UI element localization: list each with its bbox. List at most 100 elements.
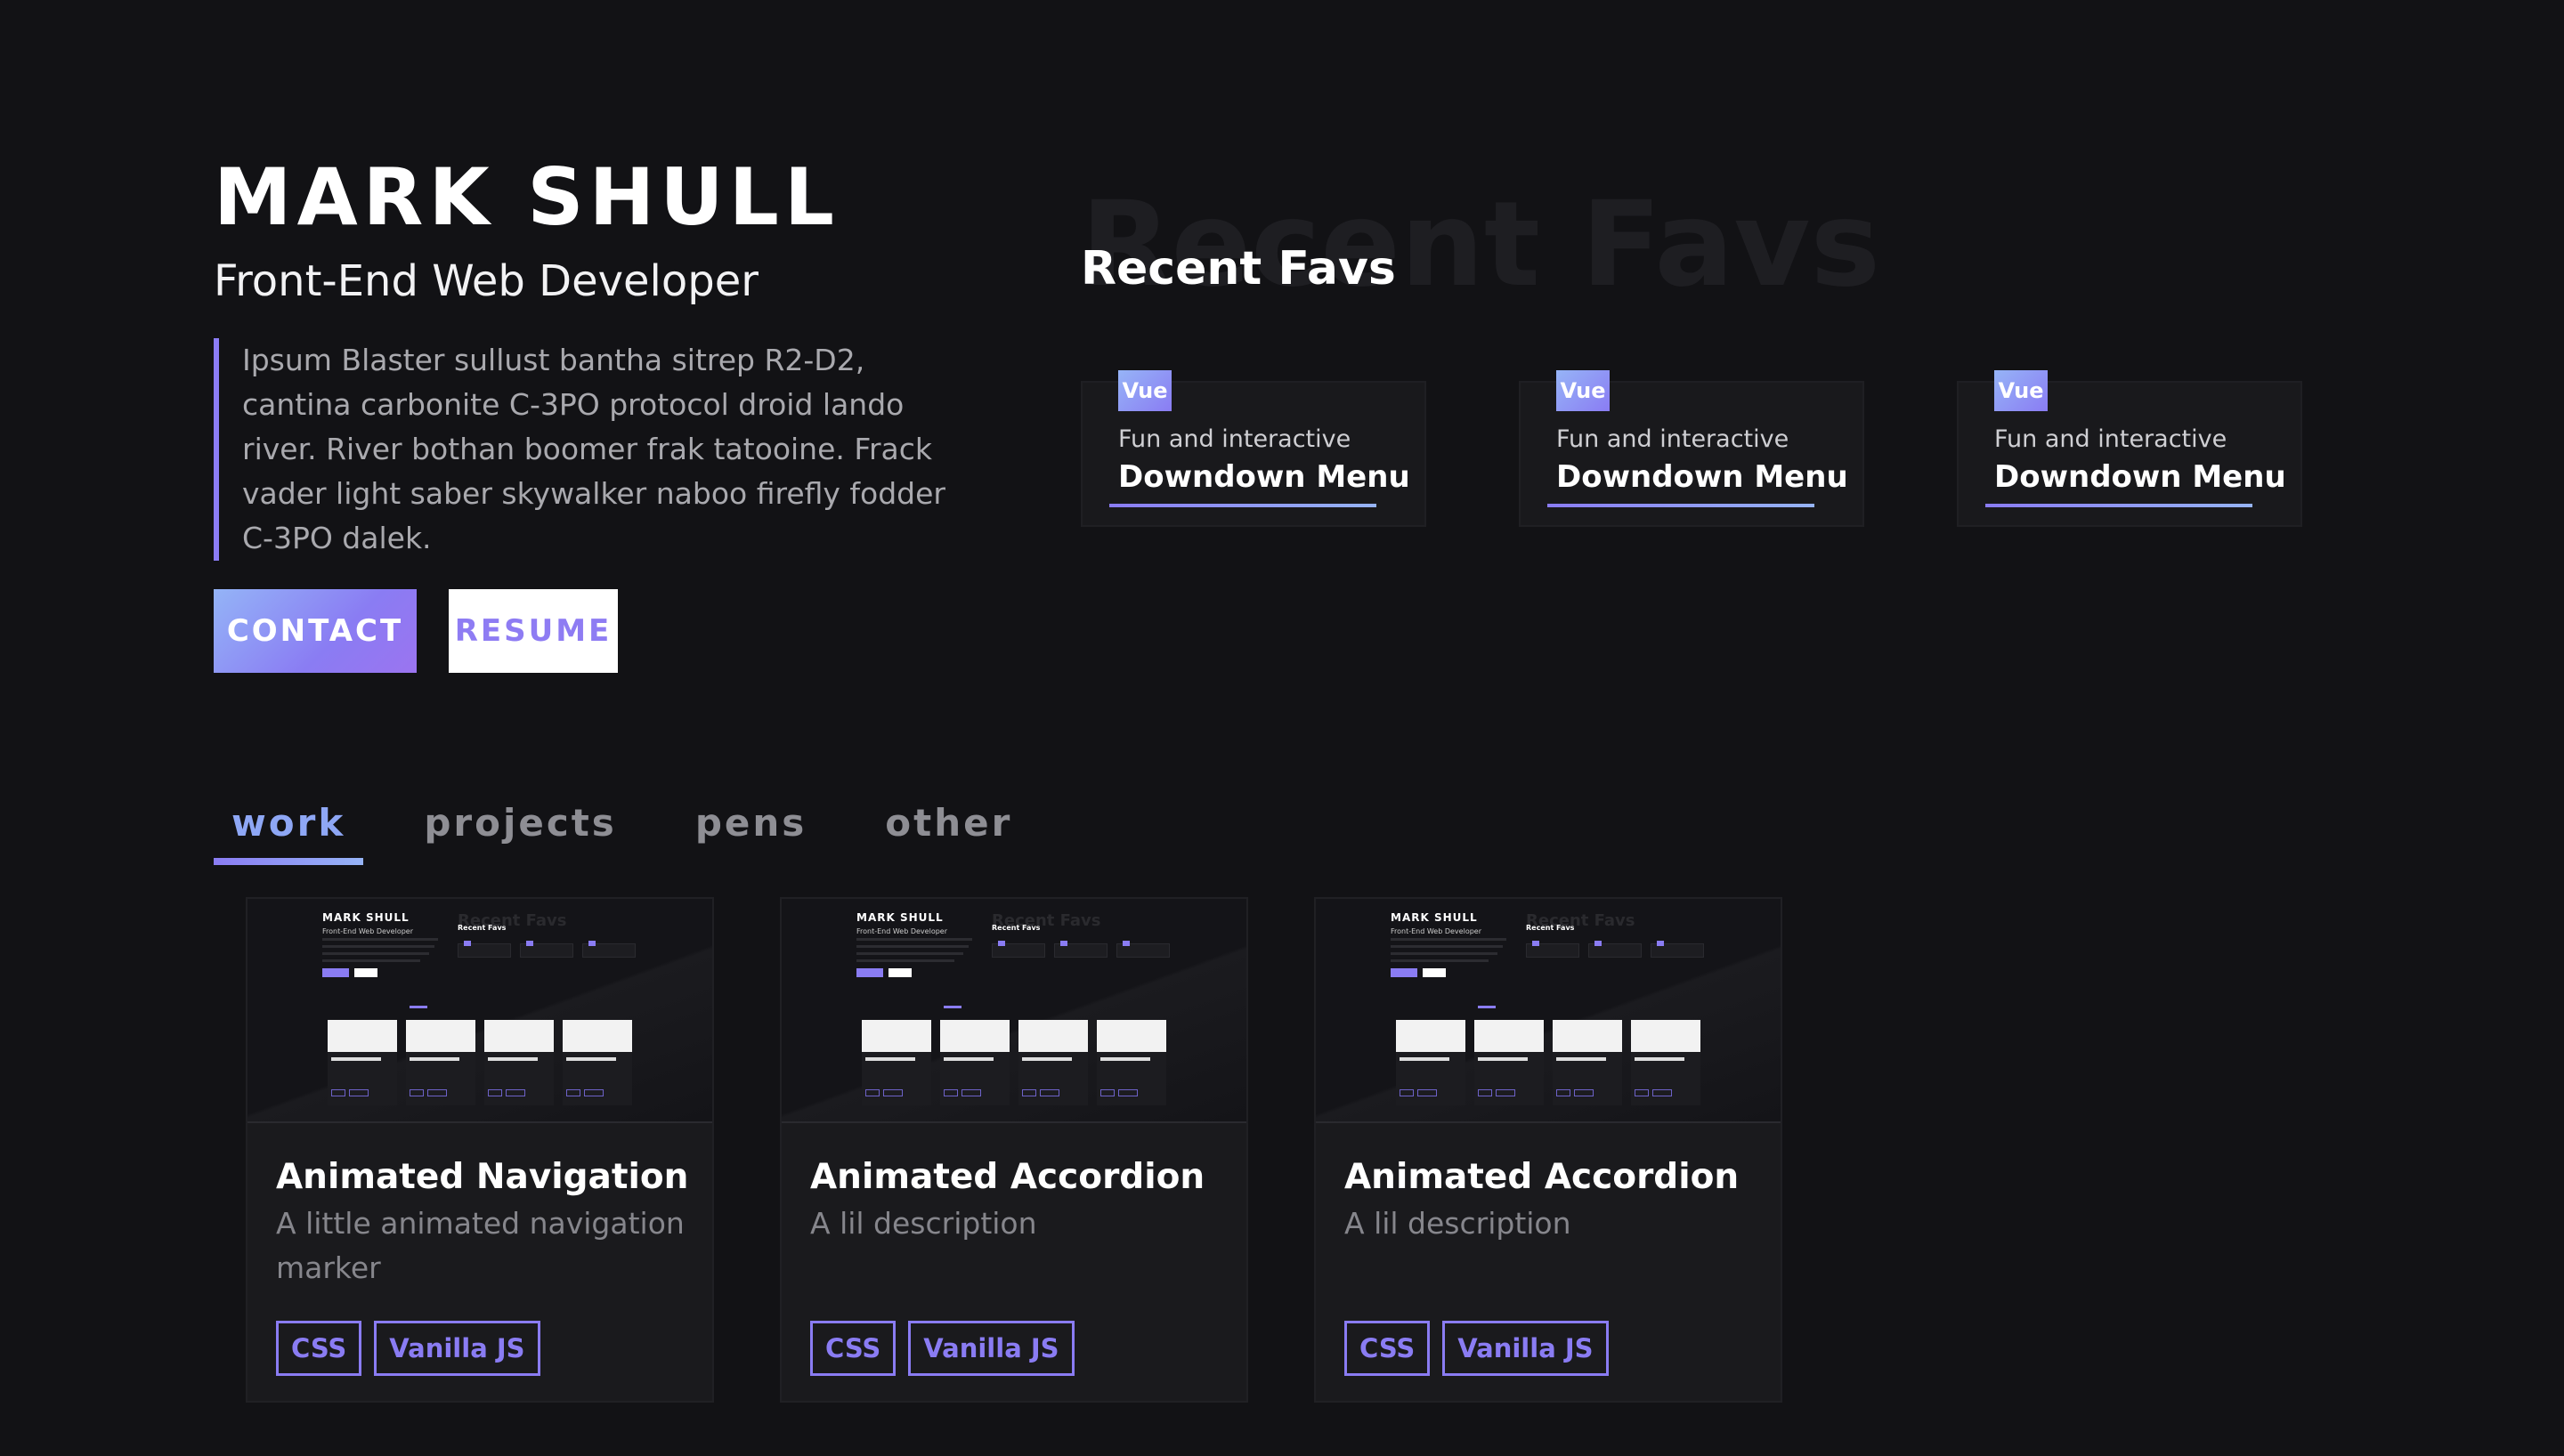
tab-projects[interactable]: projects [406, 790, 635, 865]
work-card-tags: CSS Vanilla JS [276, 1321, 540, 1376]
fav-card[interactable]: Vue Fun and interactive Downdown Menu [1957, 370, 2302, 527]
thumbnail-favs-heading: Recent Favs [992, 924, 1041, 932]
tech-tag: CSS [276, 1321, 362, 1376]
work-card-thumbnail: MARK SHULL Front-End Web Developer Recen… [247, 899, 712, 1123]
thumbnail-project-card [1018, 1020, 1088, 1105]
bio-text: Ipsum Blaster sullust bantha sitrep R2-D… [242, 343, 946, 555]
work-card[interactable]: MARK SHULL Front-End Web Developer Recen… [1314, 897, 1782, 1403]
thumbnail-name: MARK SHULL [1391, 911, 1478, 924]
resume-button[interactable]: RESUME [449, 589, 618, 673]
thumbnail-text-line [1391, 959, 1489, 962]
thumbnail-fav-card [520, 941, 573, 958]
recent-favs-section: Recent Favs Recent Favs Vue Fun and inte… [1081, 178, 2381, 552]
thumbnail-text-line [322, 959, 420, 962]
thumbnail-project-card [862, 1020, 931, 1105]
thumbnail-tab-marker [944, 1006, 961, 1008]
job-title: Front-End Web Developer [214, 256, 759, 306]
work-card-title: Animated Accordion [810, 1157, 1205, 1197]
hero-section: MARK SHULL Front-End Web Developer Ipsum… [214, 151, 1068, 673]
work-card[interactable]: MARK SHULL Front-End Web Developer Recen… [780, 897, 1248, 1403]
thumbnail-text-line [1391, 938, 1506, 941]
thumbnail-favs-heading: Recent Favs [1526, 924, 1575, 932]
thumbnail-project-card [328, 1020, 397, 1105]
thumbnail-text-line [322, 945, 434, 948]
thumbnail-fav-card [1526, 941, 1579, 958]
page-title: MARK SHULL [214, 151, 840, 243]
thumbnail-fav-card [458, 941, 511, 958]
thumbnail-fav-card [1651, 941, 1704, 958]
fav-name: Downdown Menu [1994, 459, 2286, 495]
thumbnail-fav-card [1054, 941, 1108, 958]
contact-button[interactable]: CONTACT [214, 589, 417, 673]
work-card-description: A lil description [1344, 1206, 1571, 1241]
work-card-description: A little animated navigation marker [276, 1206, 685, 1285]
fav-subtitle: Fun and interactive [1118, 425, 1351, 453]
vue-badge: Vue [1994, 370, 2048, 411]
thumbnail-tab-marker [1478, 1006, 1496, 1008]
vue-badge: Vue [1118, 370, 1172, 411]
thumbnail-text-line [1391, 945, 1503, 948]
thumbnail-name: MARK SHULL [322, 911, 410, 924]
bio-quote: Ipsum Blaster sullust bantha sitrep R2-D… [214, 338, 961, 561]
work-card-tags: CSS Vanilla JS [810, 1321, 1075, 1376]
thumbnail-contact-button [322, 968, 349, 977]
thumbnail-project-card [1553, 1020, 1622, 1105]
thumbnail-fav-card [582, 941, 636, 958]
thumbnail-tab-marker [410, 1006, 427, 1008]
tech-tag: CSS [810, 1321, 897, 1376]
thumbnail-text-line [856, 959, 954, 962]
thumbnail-text-line [856, 945, 969, 948]
thumbnail-text-line [322, 952, 429, 955]
fav-card[interactable]: Vue Fun and interactive Downdown Menu [1081, 370, 1426, 527]
fav-underline [1985, 504, 2252, 507]
work-card-description: A lil description [810, 1206, 1037, 1241]
tab-work[interactable]: work [214, 790, 364, 865]
thumbnail-text-line [856, 938, 972, 941]
thumbnail-resume-button [888, 968, 912, 977]
work-card-title: Animated Accordion [1344, 1157, 1740, 1197]
thumbnail-resume-button [1423, 968, 1446, 977]
fav-subtitle: Fun and interactive [1556, 425, 1789, 453]
thumbnail-project-card [940, 1020, 1010, 1105]
thumbnail-name: MARK SHULL [856, 911, 944, 924]
thumbnail-text-line [856, 952, 963, 955]
thumbnail-project-card [563, 1020, 632, 1105]
work-card-thumbnail: MARK SHULL Front-End Web Developer Recen… [782, 899, 1246, 1123]
thumbnail-role: Front-End Web Developer [322, 927, 413, 935]
fav-name: Downdown Menu [1556, 459, 1848, 495]
tech-tag: CSS [1344, 1321, 1431, 1376]
fav-card[interactable]: Vue Fun and interactive Downdown Menu [1519, 370, 1864, 527]
fav-underline [1109, 504, 1376, 507]
tech-tag: Vanilla JS [908, 1321, 1075, 1376]
tab-other[interactable]: other [867, 790, 1030, 865]
work-card[interactable]: MARK SHULL Front-End Web Developer Recen… [246, 897, 714, 1403]
portfolio-page: MARK SHULL Front-End Web Developer Ipsum… [0, 0, 2564, 1456]
thumbnail-project-card [484, 1020, 554, 1105]
fav-subtitle: Fun and interactive [1994, 425, 2227, 453]
thumbnail-role: Front-End Web Developer [1391, 927, 1481, 935]
thumbnail-project-card [406, 1020, 475, 1105]
thumbnail-text-line [1391, 952, 1497, 955]
thumbnail-project-card [1631, 1020, 1700, 1105]
tech-tag: Vanilla JS [374, 1321, 540, 1376]
thumbnail-project-card [1474, 1020, 1544, 1105]
work-card-title: Animated Navigation [276, 1157, 689, 1197]
recent-favs-heading: Recent Favs [1081, 242, 1396, 295]
thumbnail-text-line [322, 938, 438, 941]
thumbnail-fav-card [1588, 941, 1642, 958]
thumbnail-project-card [1097, 1020, 1166, 1105]
fav-underline [1547, 504, 1814, 507]
tab-pens[interactable]: pens [678, 790, 824, 865]
thumbnail-favs-heading: Recent Favs [458, 924, 507, 932]
thumbnail-role: Front-End Web Developer [856, 927, 947, 935]
thumbnail-project-card [1396, 1020, 1465, 1105]
thumbnail-fav-card [992, 941, 1045, 958]
hero-actions: CONTACT RESUME [214, 589, 1068, 673]
thumbnail-contact-button [1391, 968, 1417, 977]
thumbnail-contact-button [856, 968, 883, 977]
thumbnail-resume-button [354, 968, 377, 977]
fav-name: Downdown Menu [1118, 459, 1410, 495]
work-card-tags: CSS Vanilla JS [1344, 1321, 1609, 1376]
category-tabs: work projects pens other [214, 790, 1073, 865]
work-card-thumbnail: MARK SHULL Front-End Web Developer Recen… [1316, 899, 1781, 1123]
